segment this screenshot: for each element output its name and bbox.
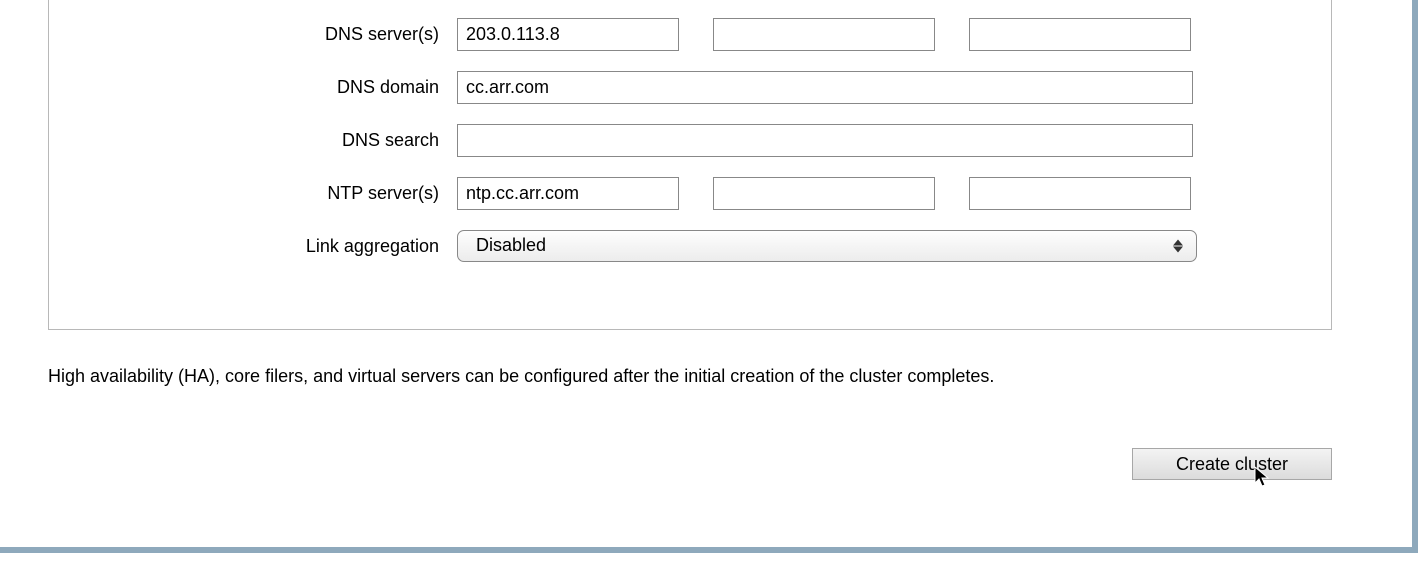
ntp-servers-label: NTP server(s) (79, 183, 457, 204)
link-aggregation-row: Link aggregation Disabled (79, 230, 1301, 262)
ntp-server-3-input[interactable] (969, 177, 1191, 210)
dns-server-1-input[interactable] (457, 18, 679, 51)
dns-servers-inputs (457, 18, 1301, 51)
link-aggregation-select-wrap: Disabled (457, 230, 1197, 262)
link-aggregation-select[interactable]: Disabled (457, 230, 1197, 262)
dns-search-label: DNS search (79, 130, 457, 151)
ntp-servers-row: NTP server(s) (79, 177, 1301, 210)
link-aggregation-label: Link aggregation (79, 236, 457, 257)
ntp-server-1-input[interactable] (457, 177, 679, 210)
dns-search-row: DNS search (79, 124, 1301, 157)
dns-servers-row: DNS server(s) (79, 18, 1301, 51)
dns-server-2-input[interactable] (713, 18, 935, 51)
dns-domain-row: DNS domain (79, 71, 1301, 104)
dns-servers-label: DNS server(s) (79, 24, 457, 45)
ntp-servers-inputs (457, 177, 1301, 210)
form-panel: DNS server(s) DNS domain DNS search NTP … (48, 0, 1332, 330)
page-frame: DNS server(s) DNS domain DNS search NTP … (0, 0, 1418, 553)
ntp-server-2-input[interactable] (713, 177, 935, 210)
post-creation-note: High availability (HA), core filers, and… (48, 366, 994, 387)
dns-server-3-input[interactable] (969, 18, 1191, 51)
dns-domain-input[interactable] (457, 71, 1193, 104)
create-cluster-button[interactable]: Create cluster (1132, 448, 1332, 480)
dns-domain-label: DNS domain (79, 77, 457, 98)
dns-search-input[interactable] (457, 124, 1193, 157)
